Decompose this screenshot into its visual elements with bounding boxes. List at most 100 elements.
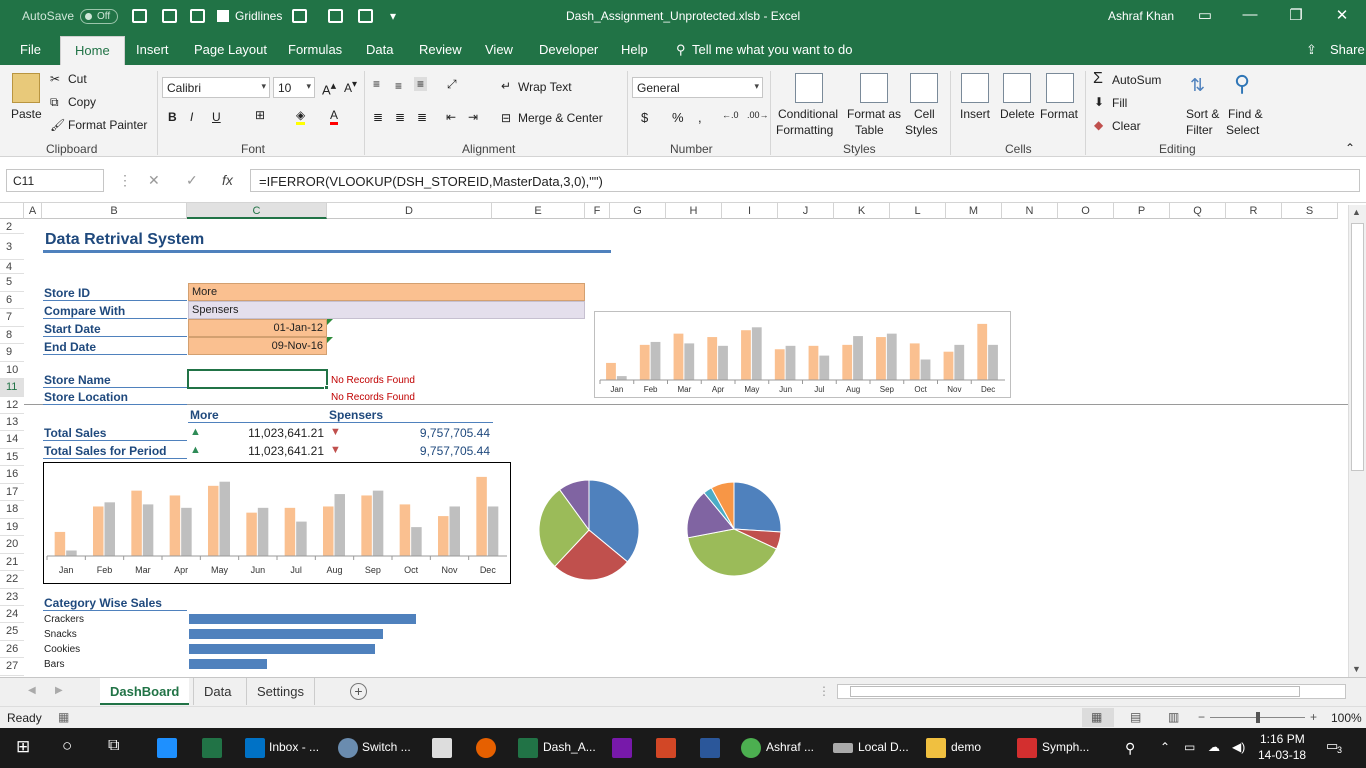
sort-filter-button[interactable]: Sort & [1186, 107, 1219, 121]
row-header[interactable]: 11 [0, 379, 24, 397]
align-left-icon[interactable]: ≣ [373, 110, 383, 124]
collapse-ribbon-icon[interactable]: ⌃ [1345, 141, 1355, 155]
increase-decimal-icon[interactable]: ←.0 [722, 110, 739, 120]
comma-icon[interactable]: , [698, 110, 702, 125]
share-network-icon[interactable] [328, 9, 343, 23]
font-color-icon[interactable]: A [330, 108, 339, 125]
align-center-icon[interactable]: ≣ [395, 110, 405, 124]
align-bottom-icon[interactable]: ≡ [414, 77, 428, 91]
borders-icon[interactable]: ⊞ [255, 108, 265, 122]
sheet-tab-dashboard[interactable]: DashBoard [100, 678, 190, 705]
format-as-table-icon[interactable] [860, 73, 888, 103]
excel-window-icon[interactable] [518, 738, 538, 758]
cell-styles-icon[interactable] [910, 73, 938, 103]
user-name[interactable]: Ashraf Khan [1108, 9, 1174, 23]
selected-cell-c11[interactable] [187, 369, 328, 389]
tab-file[interactable]: File [20, 42, 41, 57]
align-middle-icon[interactable]: ≡ [395, 79, 402, 93]
clear-icon[interactable]: ◆ [1094, 118, 1103, 132]
tab-developer[interactable]: Developer [539, 42, 598, 57]
column-header[interactable]: O [1058, 203, 1114, 219]
tab-formulas[interactable]: Formulas [288, 42, 342, 57]
row-header[interactable]: 6 [0, 292, 24, 309]
prev-sheet-icon[interactable]: ◀ [28, 685, 36, 696]
scroll-thumb[interactable] [1351, 223, 1364, 471]
monthly-sales-chart-small[interactable]: Jan Feb Mar Apr May Jun Jul Aug Sep Oct Nov Dec [594, 311, 1011, 398]
table-icon[interactable] [292, 9, 307, 23]
tab-data[interactable]: Data [366, 42, 393, 57]
start-date-field[interactable]: 01-Jan-12 [188, 319, 327, 337]
row-header[interactable]: 7 [0, 309, 24, 327]
zoom-in-icon[interactable]: + [1310, 710, 1317, 724]
wrap-text-button[interactable]: Wrap Text [518, 80, 572, 94]
normal-view-icon[interactable]: ▦ [1091, 710, 1102, 724]
word-icon[interactable] [700, 738, 720, 758]
cancel-icon[interactable]: ✕ [148, 172, 160, 189]
cell-styles-button-line2[interactable]: Styles [905, 123, 938, 137]
orientation-icon[interactable]: ⤢ [447, 77, 457, 92]
wrap-text-icon[interactable]: ↵ [501, 79, 511, 93]
conditional-formatting-button-line2[interactable]: Formatting [776, 123, 833, 137]
cortana-icon[interactable]: ○ [62, 736, 72, 756]
clear-button[interactable]: Clear [1112, 119, 1141, 133]
onenote-icon[interactable] [612, 738, 632, 758]
decrease-decimal-icon[interactable]: .00→ [747, 110, 769, 120]
taskbar-chrome[interactable]: Ashraf ... [766, 740, 814, 754]
conditional-formatting-icon[interactable] [795, 73, 823, 103]
column-header[interactable]: N [1002, 203, 1058, 219]
paste-icon[interactable] [12, 73, 40, 103]
align-top-icon[interactable]: ≡ [373, 77, 380, 91]
merge-center-button[interactable]: Merge & Center [518, 111, 603, 125]
edge-icon[interactable] [157, 738, 177, 758]
copy-button[interactable]: Copy [68, 95, 96, 109]
powerpoint-icon[interactable] [656, 738, 676, 758]
row-header[interactable]: 24 [0, 606, 24, 623]
column-header[interactable]: B [42, 203, 187, 219]
form-icon[interactable] [190, 9, 205, 23]
restore-icon[interactable]: ❐ [1286, 6, 1306, 24]
format-painter-button[interactable]: Format Painter [68, 118, 147, 132]
taskbar-demo[interactable]: demo [951, 740, 981, 754]
firefox-icon[interactable] [476, 738, 496, 758]
column-header[interactable]: F [585, 203, 610, 219]
calendar-icon[interactable] [432, 738, 452, 758]
sort-filter-button-line2[interactable]: Filter [1186, 123, 1213, 137]
row-header[interactable]: 14 [0, 431, 24, 449]
switch-icon[interactable] [338, 738, 358, 758]
column-header[interactable]: S [1282, 203, 1338, 219]
row-header[interactable]: 2 [0, 220, 24, 234]
row-header[interactable]: 26 [0, 641, 24, 658]
increase-indent-icon[interactable]: ⇥ [468, 110, 478, 124]
row-header[interactable]: 23 [0, 589, 24, 606]
fill-color-icon[interactable]: ◈ [296, 108, 306, 125]
column-header[interactable]: L [890, 203, 946, 219]
row-header[interactable]: 20 [0, 536, 24, 554]
worksheet-grid[interactable]: A B C D E F G H I J K L M N O P Q R S 23… [0, 203, 1348, 677]
customize-qat-icon[interactable]: ▾ [390, 9, 396, 23]
sheet-tab-settings[interactable]: Settings [246, 678, 315, 705]
end-date-field[interactable]: 09-Nov-16 [188, 337, 327, 355]
touch-mode-icon[interactable] [162, 9, 177, 23]
find-select-button[interactable]: Find & [1228, 107, 1263, 121]
split-handle-icon[interactable]: ⋮ [818, 684, 830, 698]
tab-home[interactable]: Home [60, 36, 125, 66]
onedrive-icon[interactable]: ☁ [1208, 740, 1220, 754]
row-header[interactable]: 27 [0, 658, 24, 676]
italic-icon[interactable]: I [190, 110, 193, 124]
align-right-icon[interactable]: ≣ [417, 110, 427, 124]
tray-chevron-icon[interactable]: ⌃ [1160, 740, 1170, 754]
drive-icon[interactable] [833, 743, 853, 753]
find-select-icon[interactable]: ⚲ [1234, 71, 1250, 97]
taskbar-switch[interactable]: Switch ... [362, 740, 411, 754]
tab-help[interactable]: Help [621, 42, 648, 57]
outlook-icon[interactable] [245, 738, 265, 758]
row-header[interactable]: 17 [0, 484, 24, 501]
excel-icon[interactable] [202, 738, 222, 758]
clock-date[interactable]: 14-03-18 [1258, 748, 1306, 762]
select-all-corner[interactable] [0, 203, 24, 219]
category-pie-chart-spensers[interactable] [684, 479, 784, 579]
row-header[interactable]: 13 [0, 414, 24, 431]
insert-cells-icon[interactable] [961, 73, 989, 103]
h-scroll-thumb[interactable] [850, 686, 1300, 697]
taskbar-symph[interactable]: Symph... [1042, 740, 1089, 754]
